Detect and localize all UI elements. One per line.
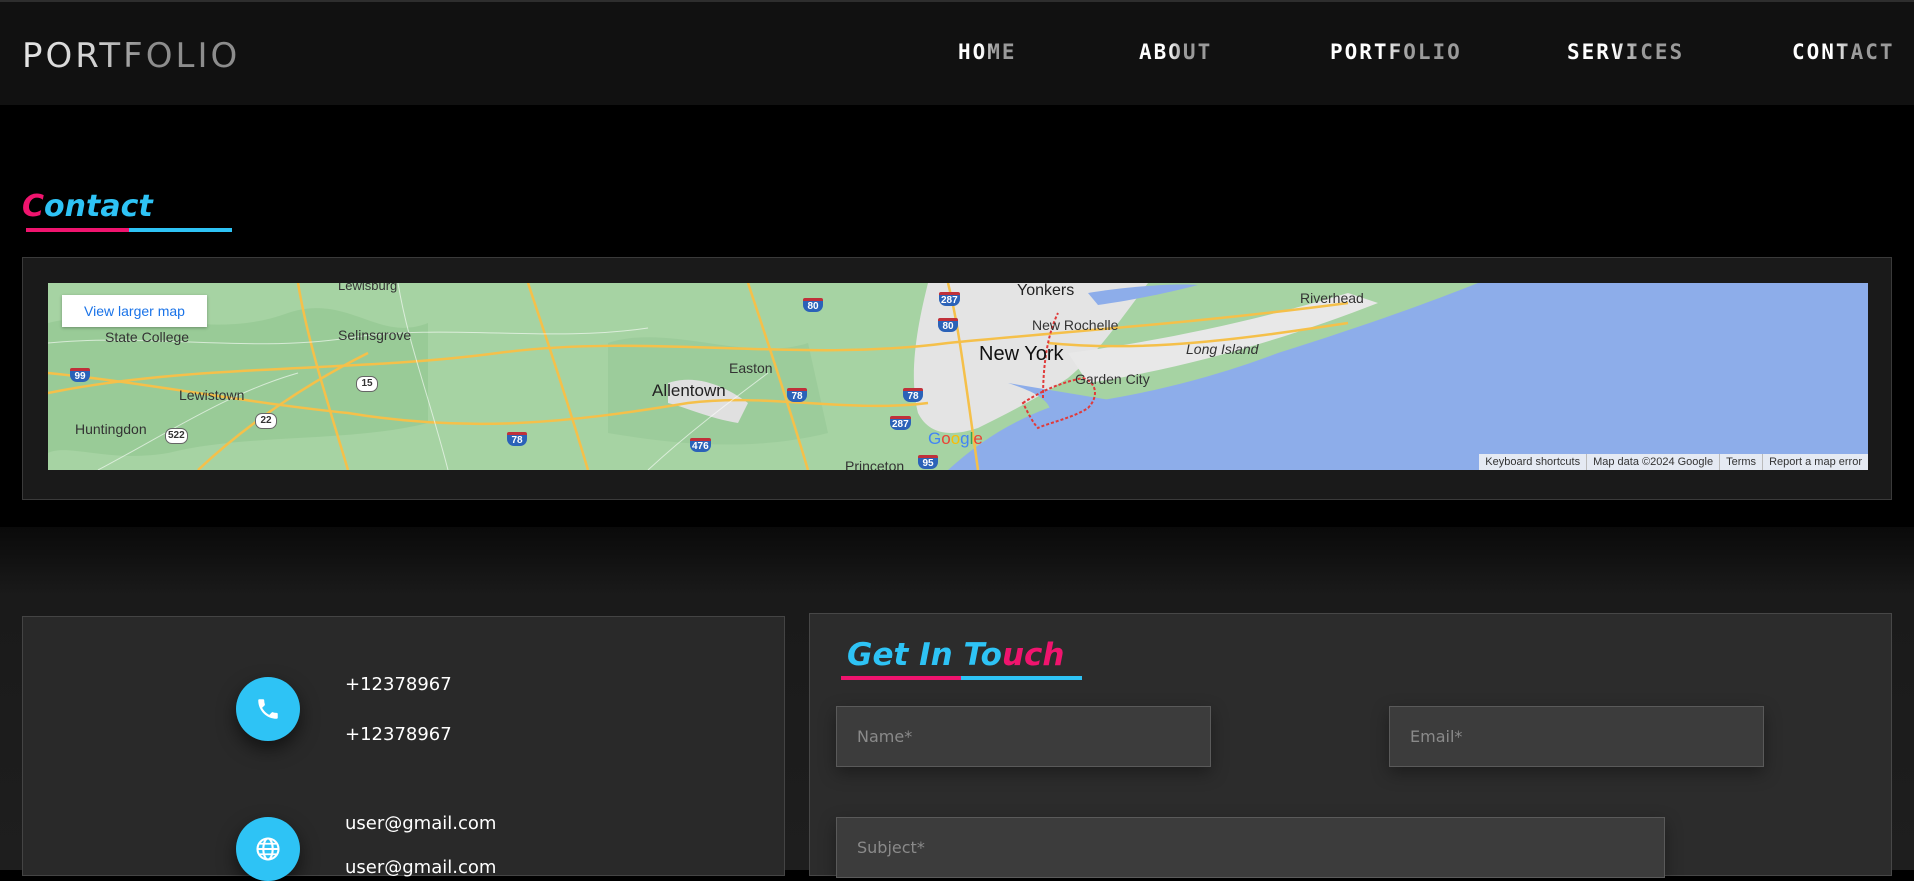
get-in-touch-title-part2: uch [1001, 637, 1065, 673]
get-in-touch-underline-blue [961, 676, 1082, 680]
globe-icon [236, 817, 300, 881]
map-route-shield: 78 [903, 388, 923, 402]
nav-portfolio[interactable]: PORTFOLIO [1330, 40, 1462, 64]
map-route-shield: 287 [939, 292, 960, 306]
map-route-shield: 80 [938, 318, 958, 332]
map-label-allentown: Allentown [652, 381, 726, 400]
map-label-huntingdon: Huntingdon [75, 421, 147, 437]
keyboard-shortcuts-link[interactable]: Keyboard shortcuts [1479, 454, 1586, 470]
subject-input[interactable] [836, 817, 1665, 878]
map-footer: Keyboard shortcuts Map data ©2024 Google… [1479, 454, 1868, 470]
map-label-princeton: Princeton [845, 458, 905, 470]
email-address-2[interactable]: user@gmail.com [345, 857, 496, 878]
nav-contact[interactable]: CONTACT [1792, 40, 1895, 64]
google-logo: Google [928, 429, 983, 448]
contact-title-first: C [22, 189, 45, 224]
map-label-new-rochelle: New Rochelle [1032, 317, 1119, 333]
map-data-text: Map data ©2024 Google [1586, 454, 1719, 470]
contact-underline-blue [129, 228, 232, 232]
map-label-riverhead: Riverhead [1300, 290, 1364, 306]
map-label-lewistown: Lewistown [179, 387, 245, 403]
map-label-yonkers: Yonkers [1017, 283, 1075, 299]
map-label-long-island: Long Island [1186, 341, 1259, 357]
get-in-touch-title-part1: Get In To [847, 637, 1002, 673]
map-route-shield: 78 [507, 432, 527, 446]
map-label-garden-city: Garden City [1075, 371, 1150, 387]
email-address-1[interactable]: user@gmail.com [345, 813, 496, 834]
email-input[interactable] [1389, 706, 1764, 767]
map-label-selinsgrove: Selinsgrove [338, 327, 412, 343]
get-in-touch-title: Get In Touch [847, 637, 1064, 673]
contact-title: Contact [22, 189, 153, 224]
contact-underline-pink [26, 228, 129, 232]
phone-number-1[interactable]: +12378967 [345, 674, 452, 695]
map-route-shield: 95 [918, 455, 938, 469]
map-route-shield: 15 [356, 376, 378, 392]
get-in-touch-underline-pink [841, 676, 961, 680]
navbar: PORTFOLIO HOME ABOUT PORTFOLIO SERVICES … [0, 0, 1914, 105]
nav-about[interactable]: ABOUT [1139, 40, 1212, 64]
nav-services[interactable]: SERVICES [1567, 40, 1684, 64]
map-route-shield: 22 [255, 413, 277, 429]
map-label-new-york: New York [979, 343, 1064, 365]
nav-home[interactable]: HOME [958, 40, 1017, 64]
view-larger-map-link[interactable]: View larger map [62, 295, 207, 327]
phone-number-2[interactable]: +12378967 [345, 724, 452, 745]
report-error-link[interactable]: Report a map error [1762, 454, 1868, 470]
logo[interactable]: PORTFOLIO [22, 36, 240, 76]
map-label-state-college: State College [105, 329, 190, 345]
map-label-lewisburg: Lewisburg [338, 283, 398, 293]
map-route-shield: 476 [690, 438, 711, 452]
contact-title-rest: ontact [44, 189, 153, 224]
name-input[interactable] [836, 706, 1211, 767]
embedded-map[interactable]: Lewisburg State College Selinsgrove Lewi… [48, 283, 1868, 470]
map-route-shield: 80 [803, 298, 823, 312]
map-route-shield: 287 [890, 416, 911, 430]
map-route-shield: 99 [70, 368, 90, 382]
map-route-shield: 78 [787, 388, 807, 402]
phone-icon [236, 677, 300, 741]
contact-info-card [22, 616, 785, 876]
map-label-easton: Easton [729, 360, 773, 376]
terms-link[interactable]: Terms [1719, 454, 1762, 470]
map-route-shield: 522 [165, 428, 188, 444]
